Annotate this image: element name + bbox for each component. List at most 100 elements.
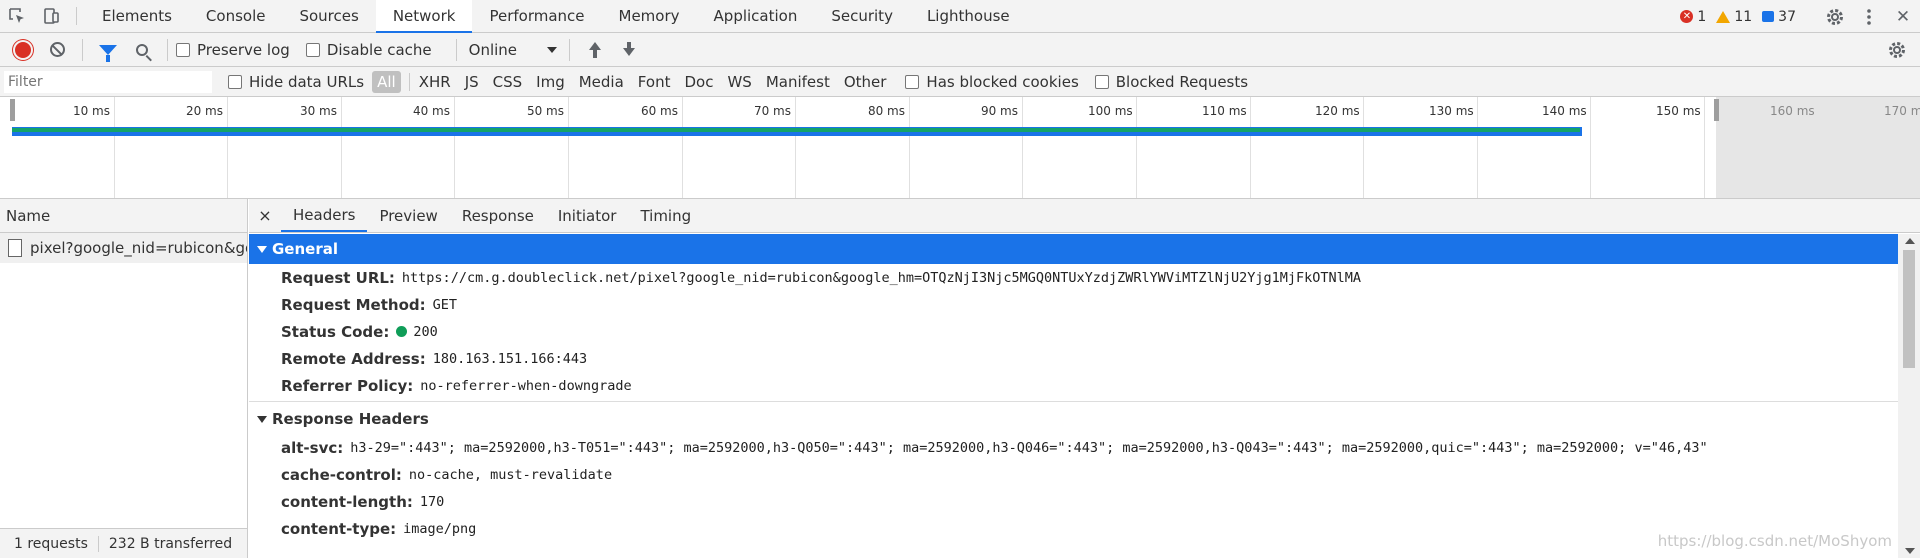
- header-value: image/png: [403, 520, 477, 537]
- error-counter[interactable]: ✕ 1: [1680, 9, 1706, 25]
- header-value: https://cm.g.doubleclick.net/pixel?googl…: [401, 269, 1361, 286]
- request-details-pane: × Headers Preview Response Initiator Tim…: [249, 199, 1920, 558]
- header-value: 170: [419, 493, 445, 510]
- filter-type-ws[interactable]: WS: [722, 71, 756, 93]
- export-har-button[interactable]: [612, 36, 646, 64]
- tab-timing[interactable]: Timing: [628, 199, 703, 232]
- request-count: 1 requests: [14, 535, 88, 552]
- overview-gridline: [1590, 97, 1591, 198]
- upload-icon: [588, 41, 602, 58]
- checkbox-box: [305, 42, 320, 57]
- network-overview[interactable]: 10 ms 20 ms 30 ms 40 ms 50 ms 60 ms 70 ms 80 ms…: [0, 97, 1920, 199]
- tab-performance[interactable]: Performance: [472, 0, 601, 32]
- import-har-button[interactable]: [578, 36, 612, 64]
- section-response-headers[interactable]: Response Headers: [249, 404, 1898, 434]
- settings-gear-icon[interactable]: [1818, 7, 1852, 27]
- filter-type-other[interactable]: Other: [839, 71, 892, 93]
- header-value: h3-29=":443"; ma=2592000,h3-T051=":443";…: [350, 439, 1708, 456]
- checkbox-box: [1094, 74, 1109, 89]
- column-header-name[interactable]: Name: [0, 199, 247, 233]
- tab-console[interactable]: Console: [189, 0, 283, 32]
- disable-cache-label: Disable cache: [326, 40, 432, 59]
- header-row: Remote Address: 180.163.151.166:443: [249, 345, 1898, 372]
- overview-gridline: [1704, 97, 1705, 198]
- disable-cache-checkbox[interactable]: Disable cache: [305, 40, 432, 59]
- tab-network[interactable]: Network: [375, 0, 473, 33]
- header-key: Request Method:: [281, 295, 426, 314]
- message-counter[interactable]: 37: [1762, 9, 1796, 25]
- blocked-requests-checkbox[interactable]: Blocked Requests: [1094, 73, 1248, 91]
- has-blocked-cookies-checkbox[interactable]: Has blocked cookies: [905, 72, 1079, 91]
- separator: [167, 38, 168, 61]
- hide-data-urls-checkbox[interactable]: Hide data URLs: [228, 73, 364, 91]
- transferred-size: 232 B transferred: [97, 535, 242, 552]
- separator: [408, 72, 410, 91]
- filter-type-manifest[interactable]: Manifest: [761, 71, 835, 93]
- warning-counter[interactable]: 11: [1716, 9, 1752, 25]
- filter-input[interactable]: [4, 70, 212, 93]
- more-options-icon[interactable]: [1852, 8, 1886, 26]
- throttling-select[interactable]: Online: [465, 41, 561, 59]
- header-row: cache-control: no-cache, must-revalidate: [249, 461, 1898, 488]
- overview-tick-label: 160 ms: [1770, 104, 1815, 118]
- overview-left-handle[interactable]: [10, 99, 15, 121]
- request-row[interactable]: pixel?google_nid=rubicon&google_hm=OTQzN…: [0, 233, 247, 263]
- close-devtools-icon[interactable]: ✕: [1886, 7, 1920, 27]
- overview-tick-label: 130 ms: [1429, 104, 1474, 118]
- overview-tick-label: 150 ms: [1656, 104, 1701, 118]
- filter-type-font[interactable]: Font: [633, 71, 676, 93]
- tab-lighthouse[interactable]: Lighthouse: [910, 0, 1027, 32]
- header-key: content-type:: [281, 519, 397, 538]
- record-button[interactable]: [6, 36, 40, 64]
- header-row: Referrer Policy: no-referrer-when-downgr…: [249, 372, 1898, 399]
- section-general[interactable]: General: [249, 234, 1898, 264]
- tab-application[interactable]: Application: [697, 0, 815, 32]
- overview-tick-label: 80 ms: [867, 104, 905, 118]
- filter-type-img[interactable]: Img: [531, 71, 570, 93]
- scroll-up-icon[interactable]: [1905, 238, 1915, 244]
- overview-tick-label: 20 ms: [185, 104, 223, 118]
- filter-type-doc[interactable]: Doc: [679, 71, 718, 93]
- hide-data-urls-label: Hide data URLs: [249, 72, 365, 91]
- filter-type-all[interactable]: All: [372, 70, 401, 93]
- header-value: no-cache, must-revalidate: [408, 466, 613, 483]
- tab-memory[interactable]: Memory: [602, 0, 697, 32]
- filter-type-js[interactable]: JS: [460, 71, 484, 93]
- scrollbar-thumb[interactable]: [1903, 250, 1915, 368]
- tab-preview[interactable]: Preview: [367, 199, 449, 232]
- device-toolbar-icon[interactable]: [34, 0, 68, 32]
- devtools-tabbar: Elements Console Sources Network Perform…: [0, 0, 1920, 33]
- inspect-element-icon[interactable]: [0, 0, 34, 32]
- details-scrollbar[interactable]: [1898, 234, 1920, 558]
- header-value: 180.163.151.166:443: [432, 350, 588, 367]
- tab-elements[interactable]: Elements: [85, 0, 189, 32]
- tab-sources[interactable]: Sources: [282, 0, 375, 32]
- overview-tick-label: 10 ms: [72, 104, 110, 118]
- tab-headers[interactable]: Headers: [281, 199, 368, 232]
- tab-security[interactable]: Security: [814, 0, 910, 32]
- filter-type-media[interactable]: Media: [574, 71, 629, 93]
- watermark: https://blog.csdn.net/MoShyom: [1657, 532, 1892, 550]
- filter-type-xhr[interactable]: XHR: [414, 71, 456, 93]
- tab-initiator[interactable]: Initiator: [546, 199, 629, 232]
- scroll-down-icon[interactable]: [1905, 548, 1915, 554]
- header-key: Request URL:: [281, 268, 395, 287]
- search-button[interactable]: [125, 36, 159, 64]
- preserve-log-checkbox[interactable]: Preserve log: [176, 41, 290, 59]
- tab-response[interactable]: Response: [450, 199, 546, 232]
- close-details-icon[interactable]: ×: [249, 199, 281, 232]
- message-icon: [1762, 11, 1775, 22]
- has-blocked-cookies-label: Has blocked cookies: [926, 72, 1079, 91]
- warning-icon: [1716, 10, 1731, 23]
- clear-button[interactable]: [40, 36, 74, 64]
- overview-gridline: [795, 97, 796, 198]
- filter-type-css[interactable]: CSS: [488, 71, 528, 93]
- record-icon: [15, 41, 31, 58]
- filter-button[interactable]: [91, 36, 125, 64]
- network-settings-button[interactable]: [1880, 36, 1914, 64]
- header-value: no-referrer-when-downgrade: [420, 377, 632, 394]
- request-bar-waiting: [12, 128, 1580, 132]
- error-icon: ✕: [1680, 10, 1694, 23]
- overview-right-handle[interactable]: [1714, 99, 1719, 121]
- header-row: Request Method: GET: [249, 291, 1898, 318]
